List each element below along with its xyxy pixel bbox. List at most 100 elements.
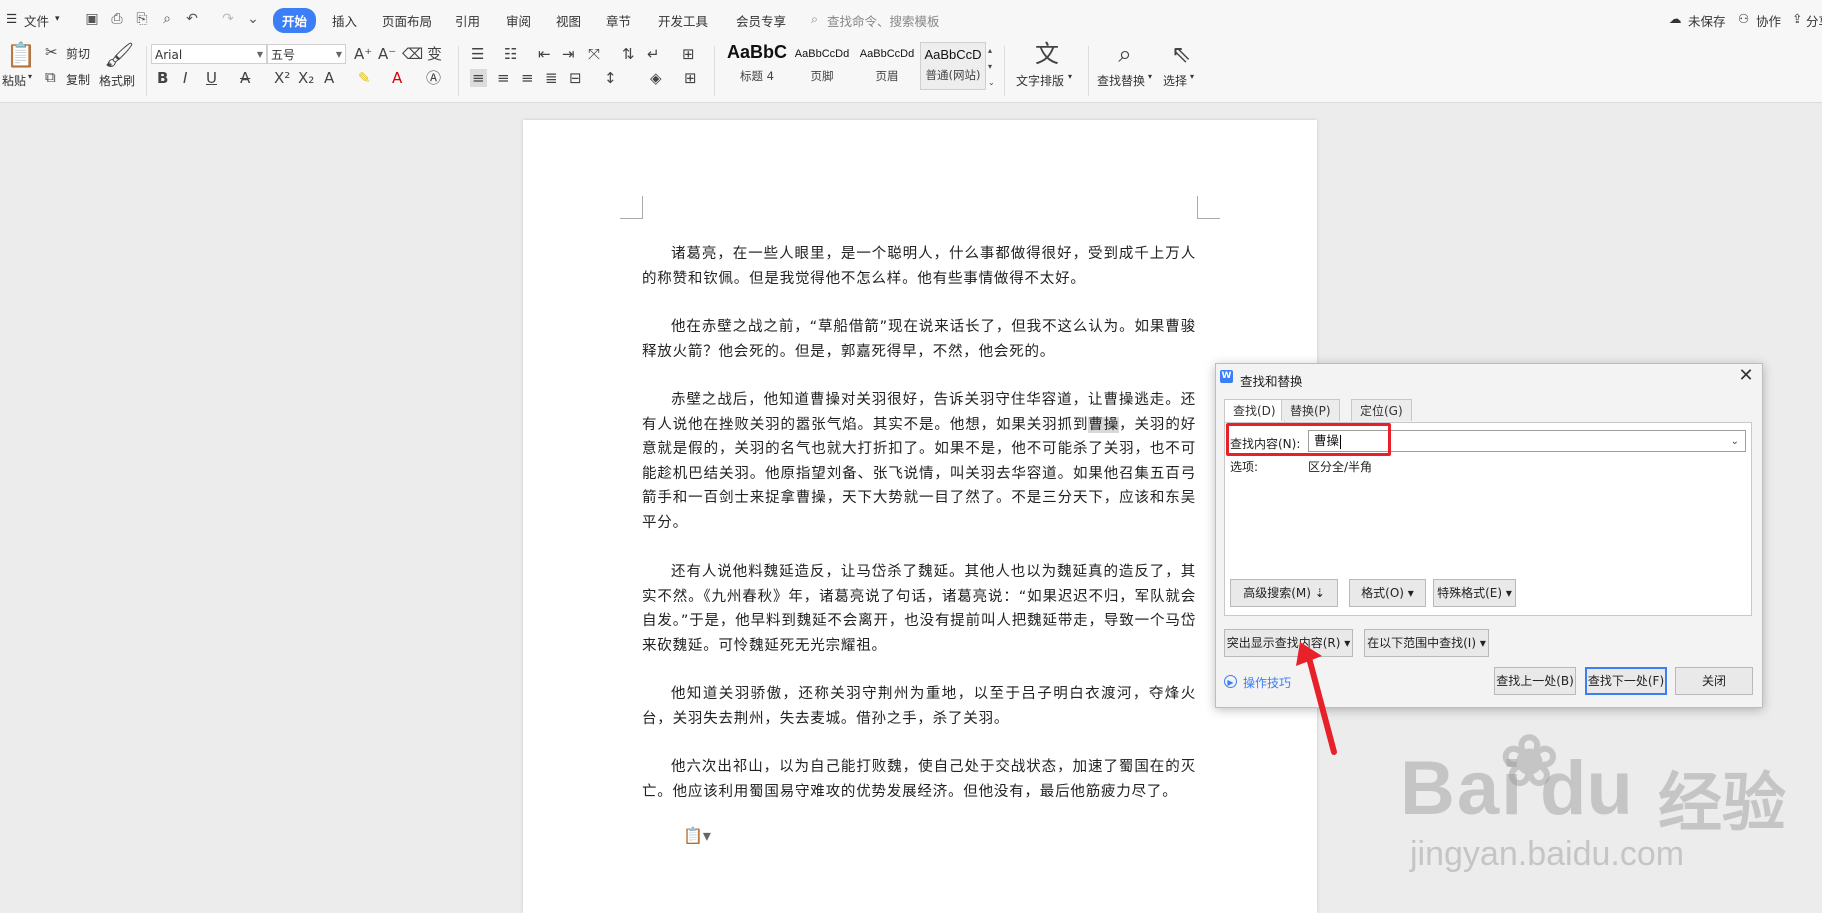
show-marks-icon[interactable]: ↵ — [647, 45, 660, 63]
chevron-down-icon[interactable]: ▾ — [1148, 72, 1152, 81]
format-painter-button[interactable]: 格式刷 — [99, 72, 135, 89]
cut-button[interactable]: 剪切 — [66, 45, 90, 62]
borders-icon[interactable]: ⊞ — [684, 69, 697, 87]
align-right-icon[interactable]: ≡ — [521, 69, 534, 87]
chinese-layout-icon[interactable]: ⤧ — [588, 45, 600, 63]
chevron-down-icon[interactable]: ⌄ — [1731, 432, 1739, 452]
hamburger-icon[interactable]: ☰ — [6, 11, 17, 26]
style-heading4[interactable]: AaBbC 标题 4 — [724, 42, 790, 90]
paragraph[interactable]: 还有人说他料魏延造反，让马岱杀了魏延。其他人也以为魏延真的造反了，其实不然。《九… — [642, 560, 1196, 658]
tab-review[interactable]: 审阅 — [506, 11, 531, 30]
tab-chapter[interactable]: 章节 — [606, 11, 631, 30]
italic-icon[interactable]: I — [183, 69, 187, 87]
text-effect-icon[interactable]: A — [324, 69, 334, 87]
paste-dropdown-icon[interactable]: ▾ — [28, 72, 32, 81]
shrink-font-icon[interactable]: A⁻ — [378, 45, 396, 63]
paragraph[interactable]: 他知道关羽骄傲，还称关羽守荆州为重地，以至于吕子明白衣渡河，夺烽火台，关羽失去荆… — [642, 682, 1196, 731]
font-color-icon[interactable]: A — [392, 69, 402, 87]
search-input[interactable]: 查找命令、搜索模板 — [827, 11, 940, 30]
customize-qa-icon[interactable]: ⌄ — [244, 10, 262, 28]
style-normal-web[interactable]: AaBbCcD 普通(网站) — [920, 42, 986, 90]
shading-icon[interactable]: ◈ — [650, 69, 662, 87]
paragraph[interactable]: 诸葛亮，在一些人眼里，是一个聪明人，什么事都做得很好，受到成千上万人的称赞和钦佩… — [642, 242, 1196, 291]
tab-member[interactable]: 会员专享 — [736, 11, 786, 30]
line-spacing-icon[interactable]: ↕ — [604, 69, 617, 87]
decrease-indent-icon[interactable]: ⇤ — [538, 45, 551, 63]
text-layout-icon[interactable]: 文 — [1032, 41, 1062, 67]
tab-developer[interactable]: 开发工具 — [658, 11, 708, 30]
superscript-icon[interactable]: X² — [274, 69, 290, 87]
find-replace-button[interactable]: 查找替换 — [1097, 72, 1145, 89]
copy-button[interactable]: 复制 — [66, 71, 90, 88]
play-tips-icon[interactable]: ▶ — [1224, 675, 1237, 688]
align-center-icon[interactable]: ≡ — [497, 69, 510, 87]
chevron-down-icon[interactable]: ▾ — [55, 14, 60, 24]
tab-page-layout[interactable]: 页面布局 — [382, 11, 432, 30]
tab-find[interactable]: 查找(D) — [1224, 399, 1285, 423]
paragraph[interactable]: 他六次出祁山，以为自己能打败魏，使自己处于交战状态，加速了蜀国在的灭亡。他应该利… — [642, 755, 1196, 804]
share-button[interactable]: 分享 — [1806, 11, 1822, 30]
chevron-down-icon[interactable]: ▾ — [1068, 72, 1072, 81]
find-previous-button[interactable]: 查找上一处(B) — [1494, 667, 1576, 695]
print-preview-icon[interactable]: ⌕ — [158, 10, 176, 28]
align-left-icon[interactable]: ≡ — [470, 69, 487, 87]
redo-icon[interactable]: ↷ — [219, 10, 237, 28]
highlight-color-icon[interactable]: ✎ — [358, 69, 371, 87]
find-next-button[interactable]: 查找下一处(F) — [1585, 667, 1667, 695]
tips-link[interactable]: 操作技巧 — [1243, 674, 1291, 691]
text-layout-button[interactable]: 文字排版 — [1016, 72, 1064, 89]
undo-icon[interactable]: ↶ — [183, 10, 201, 28]
sort-icon[interactable]: ⇅ — [622, 45, 635, 63]
phonetic-icon[interactable]: 变 — [427, 45, 442, 63]
magnifier-icon[interactable]: ⌕ — [1110, 41, 1140, 67]
crop-mark — [1197, 196, 1220, 219]
paragraph[interactable]: 赤壁之战后，他知道曹操对关羽很好，告诉关羽守住华容道，让曹操逃走。还有人说他在挫… — [642, 388, 1196, 535]
style-header[interactable]: AaBbCcDd 页眉 — [855, 42, 919, 90]
save-icon[interactable]: ▣ — [83, 10, 101, 28]
tab-home[interactable]: 开始 — [273, 8, 317, 33]
increase-indent-icon[interactable]: ⇥ — [562, 45, 575, 63]
subscript-icon[interactable]: X₂ — [298, 69, 314, 87]
styles-expand-icon[interactable]: ⌄ — [988, 74, 995, 92]
find-in-button[interactable]: 在以下范围中查找(I) ▾ — [1364, 629, 1489, 657]
clear-format-icon[interactable]: ⌫ — [402, 45, 423, 63]
distribute-icon[interactable]: ⊟ — [569, 69, 582, 87]
close-icon[interactable]: ✕ — [1736, 366, 1756, 386]
paragraph[interactable]: 他在赤壁之战之前，“草船借箭”现在说来话长了，但我不这么认为。如果曹骏释放火箭？… — [642, 315, 1196, 364]
close-button[interactable]: 关闭 — [1675, 667, 1753, 695]
bullet-list-icon[interactable]: ☰ — [471, 45, 484, 63]
tab-goto[interactable]: 定位(G) — [1351, 399, 1412, 421]
font-size-select[interactable]: 五号 ▼ — [267, 44, 346, 64]
justify-icon[interactable]: ≣ — [545, 69, 558, 87]
menu-file[interactable]: 文件 — [24, 11, 49, 30]
format-painter-icon[interactable]: 🖌 — [104, 42, 134, 68]
paste-button[interactable]: 粘贴 — [2, 72, 26, 89]
document-page[interactable]: 诸葛亮，在一些人眼里，是一个聪明人，什么事都做得很好，受到成千上万人的称赞和钦佩… — [523, 120, 1317, 913]
font-name-select[interactable]: Arial ▼ — [151, 44, 267, 64]
collab-button[interactable]: 协作 — [1756, 11, 1781, 30]
output-icon[interactable]: ⎙ — [108, 10, 126, 28]
strikethrough-icon[interactable]: A — [240, 69, 250, 87]
options-label: 选项: — [1230, 460, 1259, 474]
special-format-button[interactable]: 特殊格式(E) ▾ — [1433, 579, 1516, 607]
underline-icon[interactable]: U — [206, 69, 217, 87]
tab-view[interactable]: 视图 — [556, 11, 581, 30]
style-footer[interactable]: AaBbCcDd 页脚 — [790, 42, 854, 90]
tab-replace[interactable]: 替换(P) — [1281, 399, 1340, 421]
grow-font-icon[interactable]: A⁺ — [354, 45, 372, 63]
select-button[interactable]: 选择 — [1163, 72, 1187, 89]
format-button[interactable]: 格式(O) ▾ — [1349, 579, 1426, 607]
paste-options-icon[interactable]: 📋▾ — [683, 826, 711, 845]
advanced-search-button[interactable]: 高级搜索(M) ⇣ — [1230, 579, 1338, 607]
print-icon[interactable]: ⎘ — [133, 10, 151, 28]
table-border-icon[interactable]: ⊞ — [682, 45, 695, 63]
bold-icon[interactable]: B — [157, 69, 168, 87]
char-border-icon[interactable]: Ⓐ — [426, 69, 441, 87]
tab-insert[interactable]: 插入 — [332, 11, 357, 30]
paste-icon[interactable]: 📋 — [6, 42, 36, 68]
cursor-icon[interactable]: ⇖ — [1166, 41, 1196, 67]
numbered-list-icon[interactable]: ☷ — [504, 45, 517, 63]
chevron-down-icon[interactable]: ▾ — [1190, 72, 1194, 81]
unsaved-status[interactable]: 未保存 — [1688, 11, 1726, 30]
tab-references[interactable]: 引用 — [455, 11, 480, 30]
